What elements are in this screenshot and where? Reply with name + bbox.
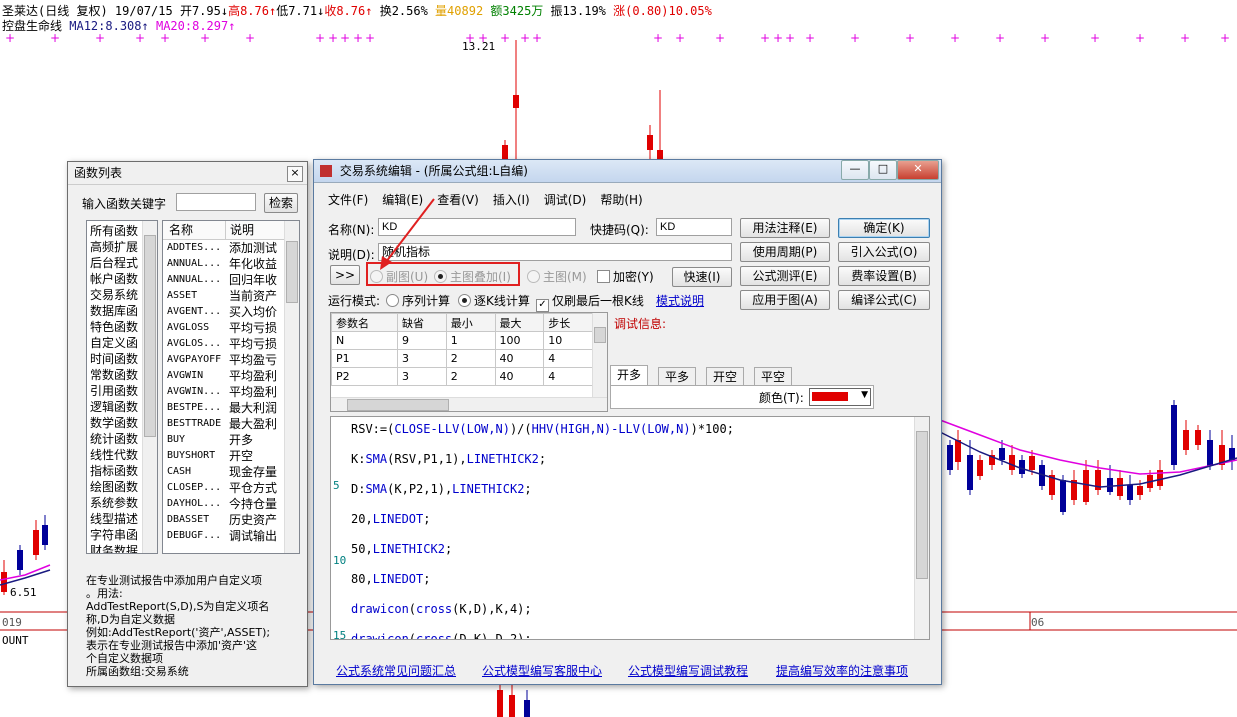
- annotation-arrow: [380, 198, 435, 270]
